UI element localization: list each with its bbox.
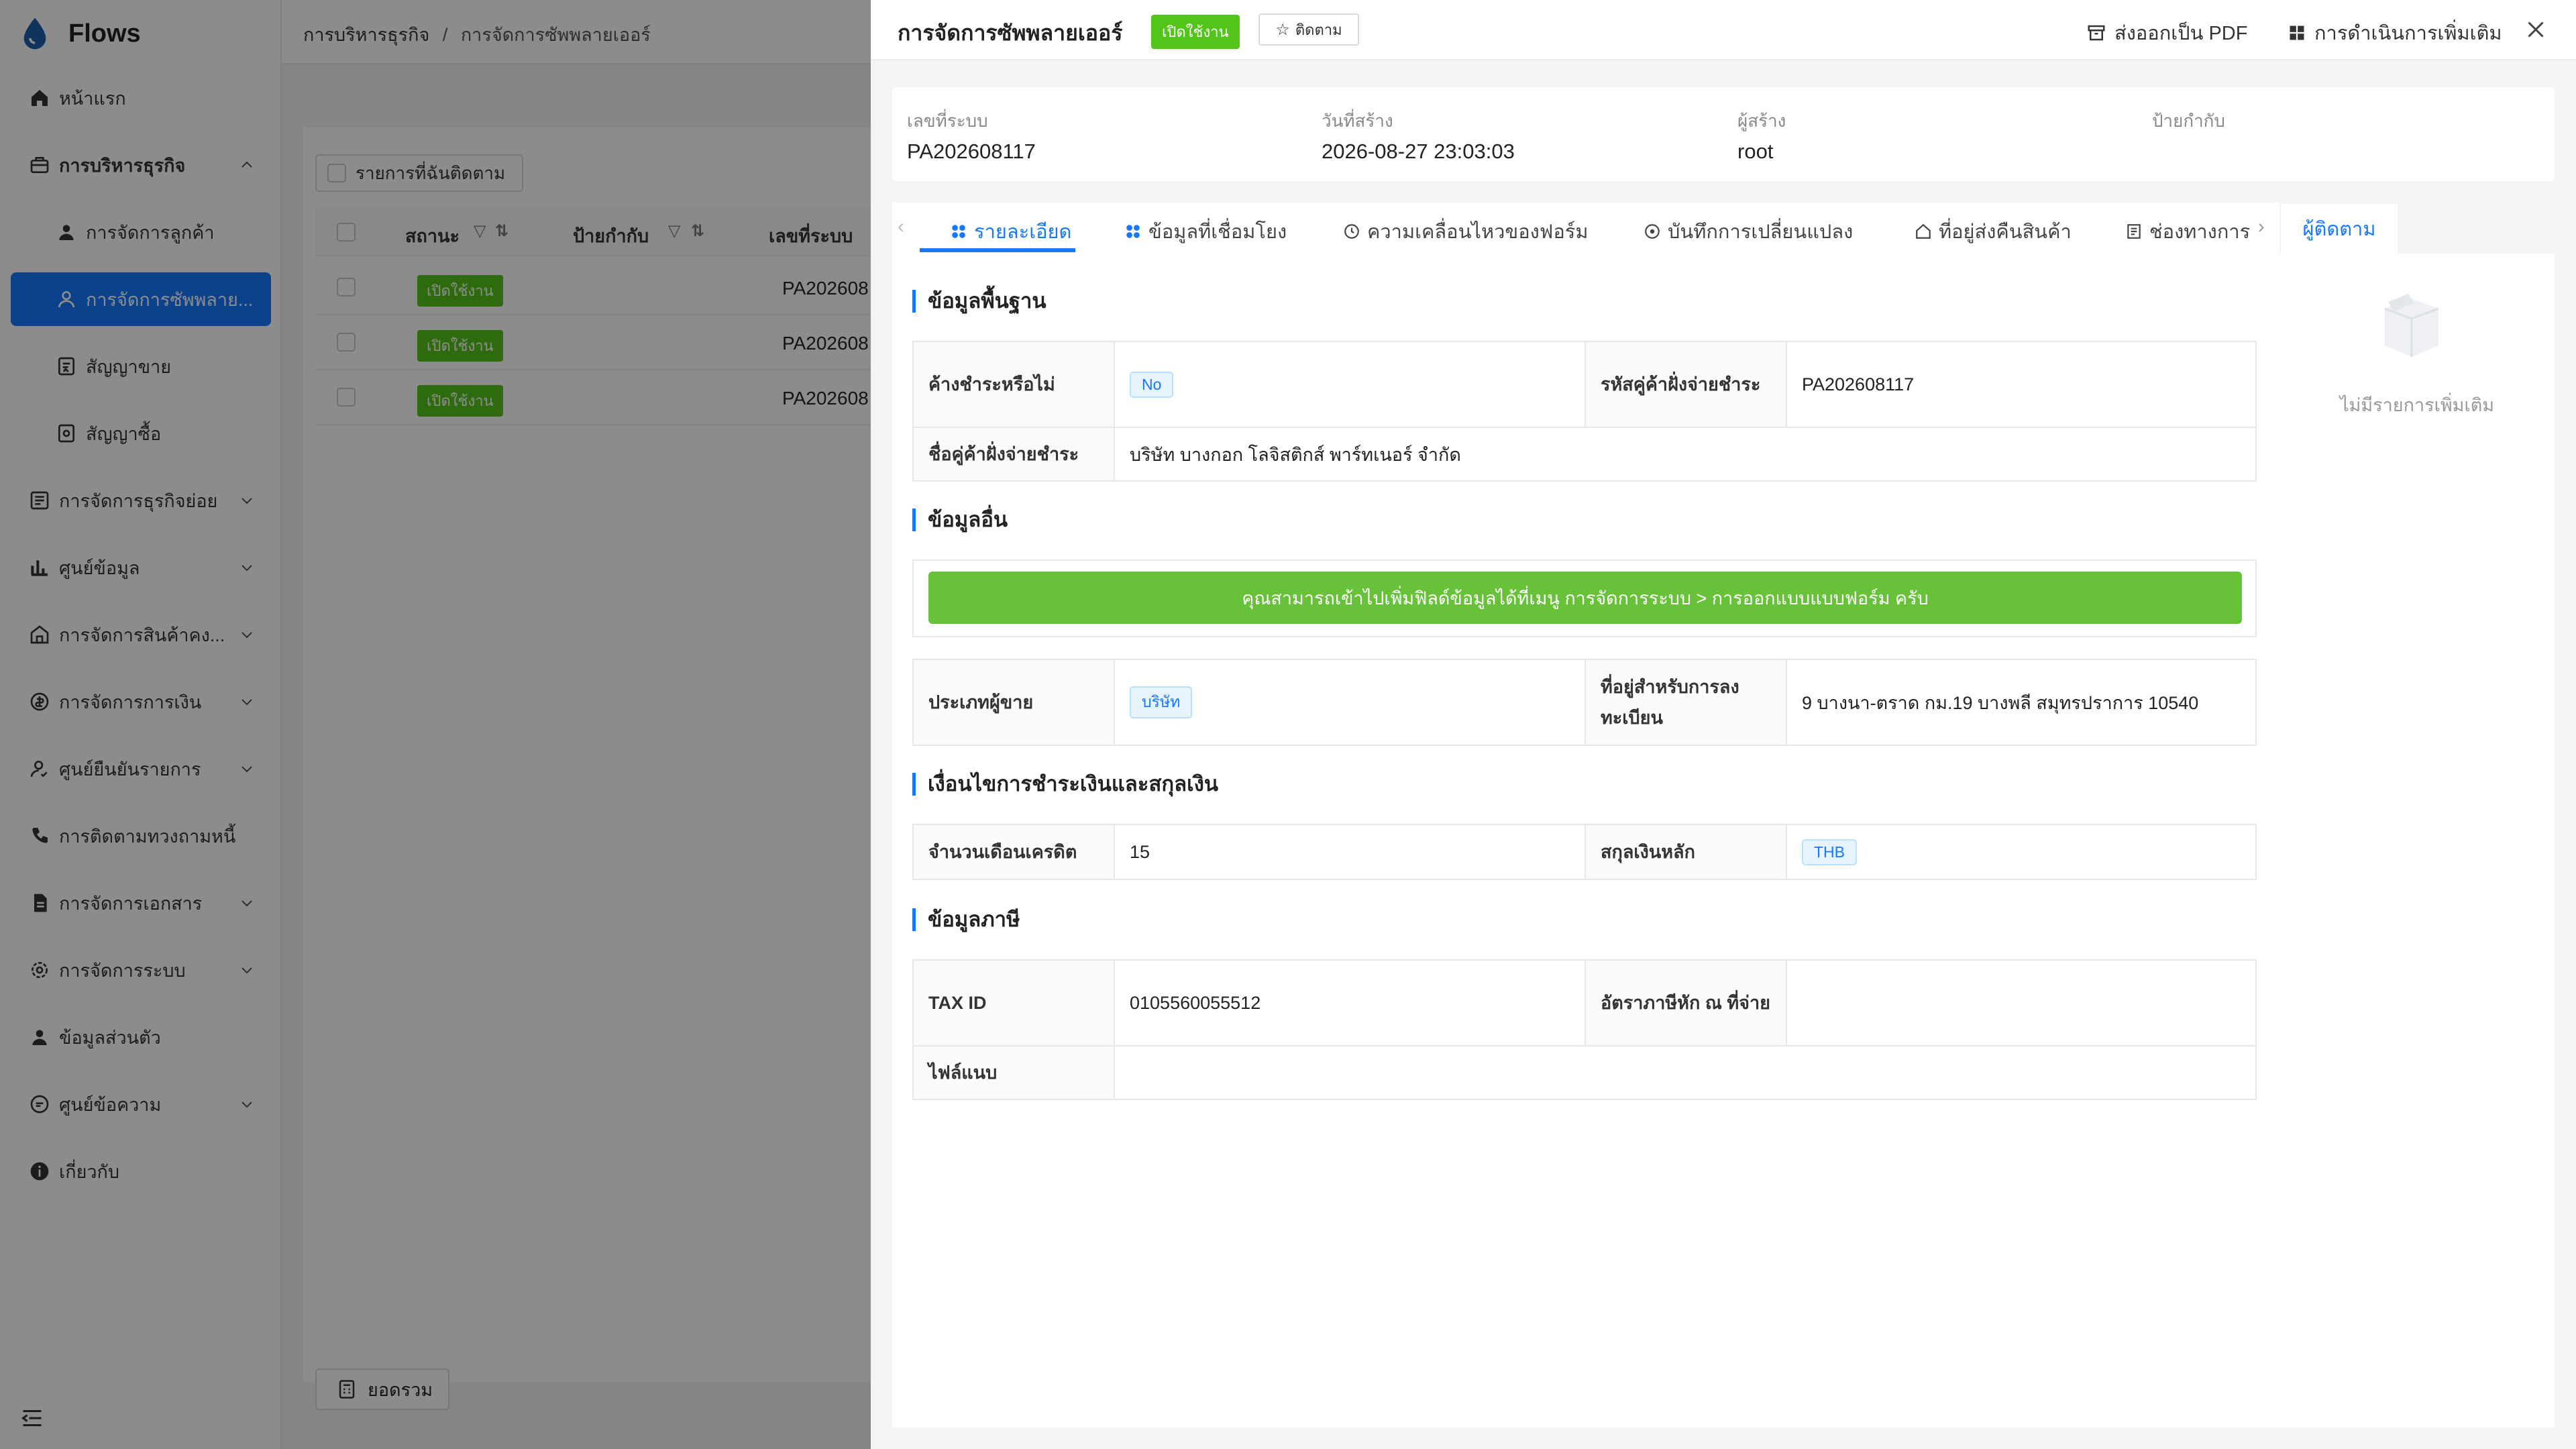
section-title-tax: ข้อมูลภาษี: [912, 908, 1020, 931]
currency-label: สกุลเงินหลัก: [1585, 824, 1787, 880]
reg-address-label: ที่อยู่สำหรับการลงทะเบียน: [1585, 659, 1787, 746]
home-outline-icon: [1916, 223, 1931, 239]
empty-followers-text: ไม่มีรายการเพิ่มเติม: [2339, 395, 2495, 415]
tab-linked-data[interactable]: ข้อมูลที่เชื่อมโยง: [1124, 216, 1287, 247]
reg-address-value: 9 บางนา-ตราด กม.19 บางพลี สมุทรปราการ 10…: [1786, 659, 2257, 746]
basic-info-table: ค้างชำระหรือไม่ No รหัสคู่ค้าฝั่งจ่ายชำร…: [912, 341, 2257, 482]
active-tab-indicator: [920, 248, 1075, 252]
seller-type-tag: บริษัท: [1130, 686, 1193, 718]
section-title-other: ข้อมูลอื่น: [912, 508, 1008, 531]
export-pdf-label: ส่งออกเป็น PDF: [2114, 23, 2248, 44]
tax-id-label: TAX ID: [912, 959, 1115, 1046]
meta-card: เลขที่ระบบ PA202608117 วันที่สร้าง 2026-…: [892, 87, 2555, 181]
follow-button[interactable]: ☆ ติดตาม: [1258, 13, 1359, 46]
tab-scroll-left-icon[interactable]: ‹: [898, 216, 904, 238]
tab-label: บันทึกการเปลี่ยนแปลง: [1668, 221, 1854, 243]
tab-label: ช่องทางการ: [2149, 221, 2251, 243]
tag-label: ป้ายกำกับ: [2152, 111, 2225, 131]
tab-details[interactable]: รายละเอียด: [950, 216, 1071, 247]
currency-tag: THB: [1802, 839, 1857, 865]
export-pdf-button[interactable]: ส่งออกเป็น PDF: [2086, 17, 2247, 48]
empty-box-icon: [2384, 294, 2439, 357]
record-icon: [1645, 224, 1660, 239]
more-actions-label: การดำเนินการเพิ่มเติม: [2314, 23, 2502, 44]
form-design-notice: คุณสามารถเข้าไปเพิ่มฟิลด์ข้อมูลได้ที่เมน…: [928, 572, 2242, 624]
list-icon: [2127, 224, 2141, 239]
tax-id-value: 0105560055512: [1114, 959, 1586, 1046]
follow-label: ติดตาม: [1295, 21, 1342, 38]
tab-followers[interactable]: ผู้ติดตาม: [2281, 204, 2398, 254]
grid-icon: [2290, 25, 2304, 40]
tab-form-activity[interactable]: ความเคลื่อนไหวของฟอร์ม: [1343, 216, 1588, 247]
payment-table: จำนวนเดือนเครดิต 15 สกุลเงินหลัก THB: [912, 824, 2257, 880]
creator-label: ผู้สร้าง: [1737, 111, 1786, 131]
tab-return-address[interactable]: ที่อยู่ส่งคืนสินค้า: [1915, 216, 2072, 247]
tab-change-log[interactable]: บันทึกการเปลี่ยนแปลง: [1644, 216, 1853, 247]
tab-label: ความเคลื่อนไหวของฟอร์ม: [1367, 221, 1589, 243]
payee-name-value: บริษัท บางกอก โลจิสติกส์ พาร์ทเนอร์ จำกั…: [1114, 427, 2257, 482]
tab-label: ข้อมูลที่เชื่อมโยง: [1148, 221, 1287, 243]
payee-code-value: PA202608117: [1786, 341, 2257, 428]
outstanding-tag: No: [1130, 371, 1174, 398]
payee-code-label: รหัสคู่ค้าฝั่งจ่ายชำระ: [1585, 341, 1787, 428]
outstanding-label: ค้างชำระหรือไม่: [912, 341, 1115, 428]
attachment-label: ไฟล์แนบ: [912, 1045, 1115, 1100]
apps-icon: [952, 225, 965, 238]
creator-value: root: [1737, 140, 1774, 163]
status-badge: เปิดใช้งาน: [1151, 15, 1240, 49]
drawer-title: การจัดการซัพพลายเออร์: [898, 21, 1123, 45]
section-title-basic: ข้อมูลพื้นฐาน: [912, 290, 1046, 313]
credit-months-label: จำนวนเดือนเครดิต: [912, 824, 1115, 880]
apps-icon: [1126, 225, 1140, 238]
tab-channels[interactable]: ช่องทางการ: [2125, 216, 2253, 247]
attachment-value: [1114, 1045, 2257, 1100]
system-no-label: เลขที่ระบบ: [907, 111, 988, 131]
chat-icon: [1344, 224, 1359, 239]
tab-label: รายละเอียด: [974, 221, 1072, 243]
other-info-table: ประเภทผู้ขาย บริษัท ที่อยู่สำหรับการลงทะ…: [912, 659, 2257, 746]
payee-name-label: ชื่อคู่ค้าฝั่งจ่ายชำระ: [912, 427, 1115, 482]
created-label: วันที่สร้าง: [1322, 111, 1393, 131]
wht-value: [1786, 959, 2257, 1046]
archive-icon: [2088, 25, 2105, 41]
modal-overlay[interactable]: [0, 0, 871, 1449]
section-title-payment: เงื่อนไขการชำระเงินและสกุลเงิน: [912, 773, 1218, 796]
detail-tabs: ‹ รายละเอียด ข้อมูลที่เชื่อมโยง ความเคลื…: [892, 203, 2279, 254]
follower-panel: [2279, 254, 2555, 1428]
tab-label: ที่อยู่ส่งคืนสินค้า: [1939, 221, 2072, 243]
tab-scroll-right-icon[interactable]: ›: [2258, 216, 2265, 238]
seller-type-label: ประเภทผู้ขาย: [912, 659, 1115, 746]
star-icon: ☆: [1275, 20, 1290, 39]
close-icon[interactable]: [2524, 17, 2548, 42]
created-value: 2026-08-27 23:03:03: [1322, 140, 1515, 163]
wht-label: อัตราภาษีหัก ณ ที่จ่าย: [1585, 959, 1787, 1046]
credit-months-value: 15: [1114, 824, 1586, 880]
tax-table: TAX ID 0105560055512 อัตราภาษีหัก ณ ที่จ…: [912, 959, 2257, 1100]
more-actions-button[interactable]: การดำเนินการเพิ่มเติม: [2288, 17, 2502, 48]
system-no-value: PA202608117: [907, 140, 1036, 163]
